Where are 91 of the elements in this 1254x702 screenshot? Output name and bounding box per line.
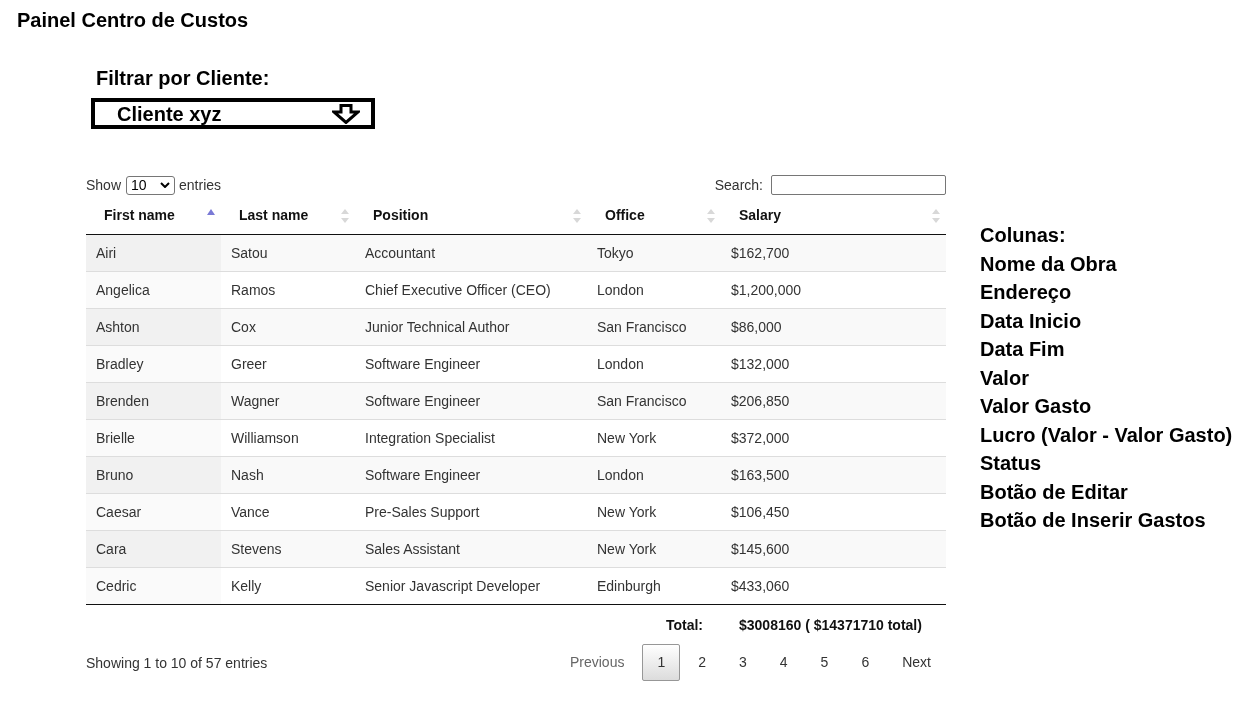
sort-icon[interactable]: [932, 208, 940, 223]
entries-label: entries: [179, 176, 222, 195]
table-cell: $372,000: [721, 419, 946, 457]
filter-label: Filtrar por Cliente:: [96, 66, 270, 90]
table-cell: New York: [587, 419, 721, 457]
table-cell: New York: [587, 493, 721, 531]
page-title: Painel Centro de Custos: [17, 8, 249, 32]
table-cell: Cara: [86, 530, 221, 568]
table-cell: Junior Technical Author: [355, 308, 587, 346]
note-line: Endereço: [980, 280, 1072, 305]
table-cell: London: [587, 271, 721, 309]
entries-select[interactable]: 10: [126, 175, 176, 195]
note-line: Status: [980, 451, 1042, 476]
sort-icon[interactable]: [341, 208, 349, 223]
table-cell: Software Engineer: [355, 456, 587, 494]
table-cell: San Francisco: [587, 308, 721, 346]
table-cell: Edinburgh: [587, 567, 721, 605]
table-cell: Vance: [221, 493, 355, 531]
page-button[interactable]: 4: [764, 644, 803, 681]
note-line: Nome da Obra: [980, 251, 1117, 277]
page-button[interactable]: 1: [642, 644, 681, 681]
table-cell: $145,600: [721, 530, 946, 568]
table-cell: $106,450: [721, 493, 946, 531]
column-header[interactable]: First name: [104, 207, 175, 224]
table-cell: Accountant: [355, 234, 587, 272]
show-label: Show: [86, 176, 122, 195]
table-cell: Chief Executive Officer (CEO): [355, 271, 587, 309]
table-cell: Satou: [221, 234, 355, 272]
down-arrow-icon: [332, 103, 360, 124]
column-header[interactable]: Position: [373, 207, 429, 224]
table-cell: $132,000: [721, 345, 946, 383]
table-cell: Nash: [221, 456, 355, 494]
table-cell: London: [587, 456, 721, 494]
table-cell: Cox: [221, 308, 355, 346]
note-line: Lucro (Valor - Valor Gasto): [980, 422, 1233, 448]
note-line: Botão de Inserir Gastos: [980, 508, 1206, 533]
note-line: Botão de Editar: [980, 479, 1128, 505]
entries-info: Showing 1 to 10 of 57 entries: [86, 653, 268, 673]
table-cell: Caesar: [86, 493, 221, 531]
table-cell: Ashton: [86, 308, 221, 346]
sort-ascending-icon[interactable]: [207, 208, 215, 215]
sort-icon[interactable]: [573, 208, 581, 223]
table-cell: New York: [587, 530, 721, 568]
table-cell: Software Engineer: [355, 345, 587, 383]
table-cell: Integration Specialist: [355, 419, 587, 457]
table-cell: Brenden: [86, 382, 221, 420]
search-field[interactable]: [771, 175, 946, 195]
total-value: $3008160 ( $14371710 total): [739, 617, 922, 633]
note-line: Valor: [980, 365, 1029, 391]
search-label: Search:: [714, 176, 763, 195]
table-cell: Sales Assistant: [355, 530, 587, 568]
note-line: Data Fim: [980, 337, 1065, 362]
note-line: Valor Gasto: [980, 394, 1092, 419]
client-select[interactable]: Cliente xyz: [91, 98, 375, 129]
table-cell: Stevens: [221, 530, 355, 568]
total-label: Total:: [665, 617, 703, 633]
table-cell: Kelly: [221, 567, 355, 605]
table-cell: $163,500: [721, 456, 946, 494]
table-cell: Cedric: [86, 567, 221, 605]
column-header[interactable]: Last name: [239, 207, 309, 224]
table-cell: Airi: [86, 234, 221, 272]
table-cell: $206,850: [721, 382, 946, 420]
table-cell: Software Engineer: [355, 382, 587, 420]
table-cell: San Francisco: [587, 382, 721, 420]
table-cell: $1,200,000: [721, 271, 946, 309]
next-button[interactable]: Next: [887, 644, 946, 681]
column-header[interactable]: Office: [605, 207, 645, 224]
table-cell: $86,000: [721, 308, 946, 346]
column-header[interactable]: Salary: [739, 207, 782, 224]
notes-title: Colunas:: [980, 223, 1066, 248]
page-button[interactable]: 6: [846, 644, 885, 681]
table-cell: Pre-Sales Support: [355, 493, 587, 531]
sort-icon[interactable]: [707, 208, 715, 223]
table-cell: Williamson: [221, 419, 355, 457]
table-cell: Bruno: [86, 456, 221, 494]
table-cell: Wagner: [221, 382, 355, 420]
table-cell: Angelica: [86, 271, 221, 309]
note-line: Data Inicio: [980, 308, 1082, 334]
page-button[interactable]: 5: [805, 644, 844, 681]
table-cell: Brielle: [86, 419, 221, 457]
table-cell: Tokyo: [587, 234, 721, 272]
page-button[interactable]: 3: [724, 644, 762, 681]
table-cell: $433,060: [721, 567, 946, 605]
chevron-down-icon: [160, 182, 171, 188]
table-cell: Bradley: [86, 345, 221, 383]
table-cell: $162,700: [721, 234, 946, 272]
table-cell: Greer: [221, 345, 355, 383]
page-button[interactable]: 2: [683, 644, 721, 681]
table-cell: Ramos: [221, 271, 355, 309]
table-cell: London: [587, 345, 721, 383]
table-cell: Senior Javascript Developer: [355, 567, 587, 605]
